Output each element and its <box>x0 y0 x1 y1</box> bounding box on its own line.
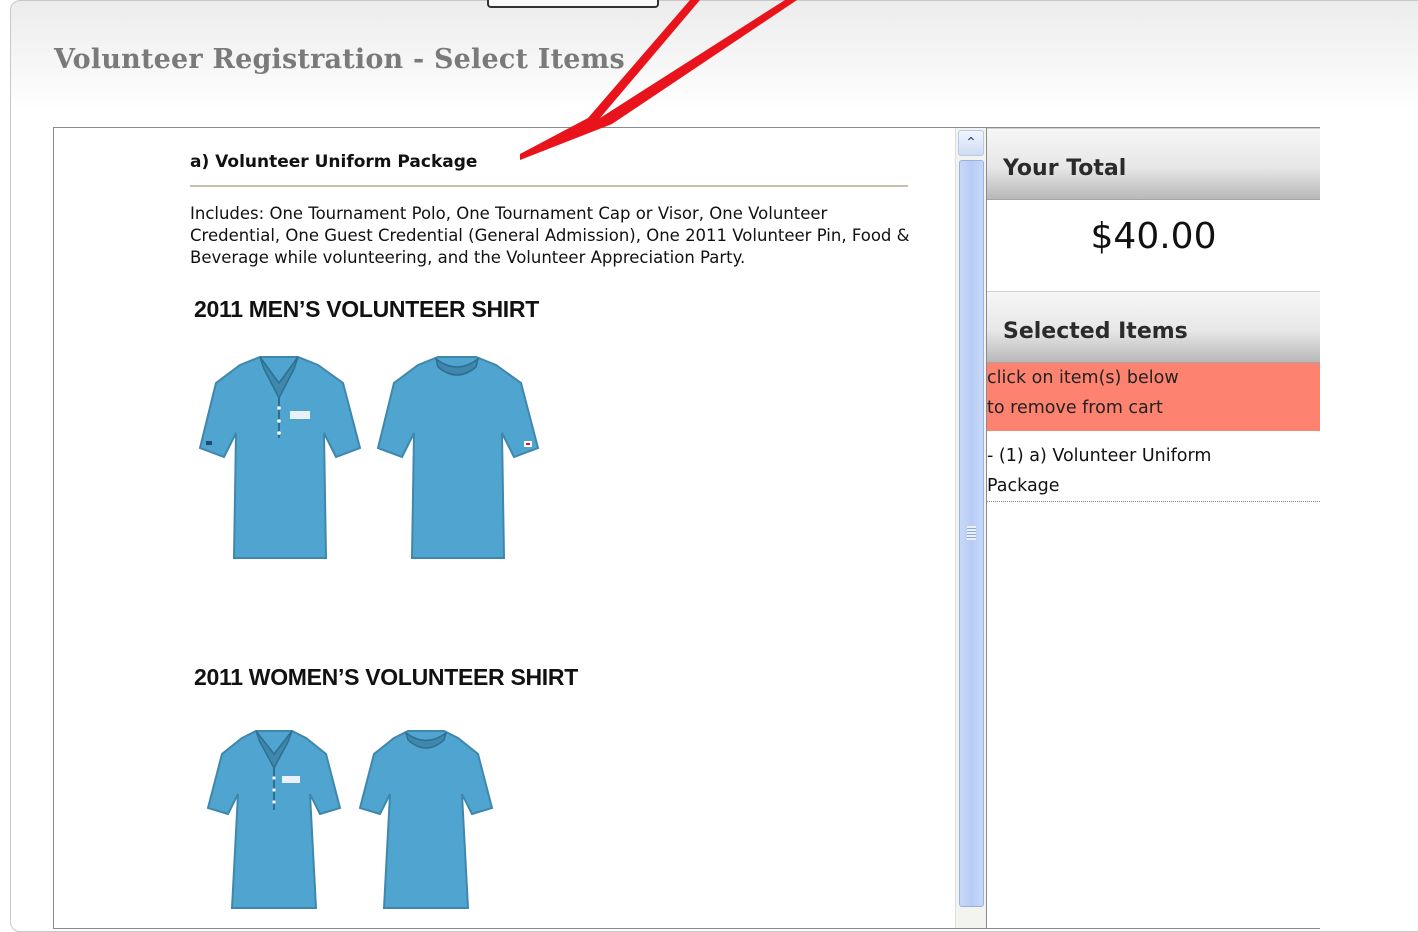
chevron-up-icon[interactable]: ⌃ <box>958 130 984 156</box>
item-details-pane: a) Volunteer Uniform Package Includes: O… <box>54 128 954 928</box>
item-title: a) Volunteer Uniform Package <box>190 152 478 172</box>
mens-shirt-front-image <box>198 356 362 559</box>
selected-items-header: Selected Items <box>987 291 1320 363</box>
remove-notice-line1: click on item(s) below <box>987 368 1179 388</box>
content-frame: a) Volunteer Uniform Package Includes: O… <box>53 127 1320 929</box>
mens-shirt-heading: 2011 MEN’S VOLUNTEER SHIRT <box>194 296 539 322</box>
cart-sidebar: Your Total $40.00 Selected Items click o… <box>986 128 1320 928</box>
womens-shirt-back-image <box>358 730 494 909</box>
cart-item-line1: - (1) a) Volunteer Uniform <box>987 446 1212 466</box>
total-amount: $40.00 <box>1090 216 1217 257</box>
cart-item[interactable]: - (1) a) Volunteer Uniform Package <box>987 441 1320 502</box>
item-description: Includes: One Tournament Polo, One Tourn… <box>190 204 910 267</box>
womens-shirt-front-image <box>206 730 342 909</box>
remove-notice-line2: to remove from cart <box>987 398 1163 418</box>
womens-shirt-heading: 2011 WOMEN’S VOLUNTEER SHIRT <box>194 664 578 690</box>
total-header-label: Your Total <box>1003 156 1127 181</box>
page-title: Volunteer Registration - Select Items <box>54 44 625 75</box>
selected-items-label: Selected Items <box>1003 319 1188 344</box>
remove-notice: click on item(s) below to remove from ca… <box>987 363 1320 431</box>
grip-icon <box>967 526 976 540</box>
total-header: Your Total <box>987 128 1320 200</box>
scroll-thumb[interactable] <box>959 160 984 907</box>
cart-item-line2: Package <box>987 476 1060 496</box>
mens-shirt-back-image <box>376 356 540 559</box>
top-tab-button[interactable] <box>487 0 659 8</box>
vertical-scrollbar[interactable]: ⌃ <box>955 128 986 928</box>
item-divider <box>190 185 908 187</box>
